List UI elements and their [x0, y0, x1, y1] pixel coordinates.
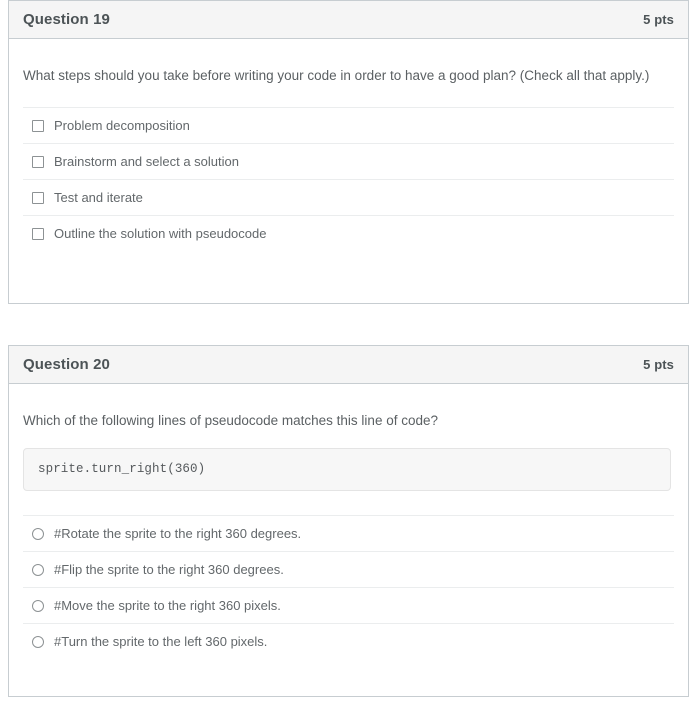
question-prompt-20: Which of the following lines of pseudoco… — [23, 413, 438, 428]
checkbox-icon[interactable] — [32, 191, 44, 204]
answer-option-row[interactable]: Test and iterate — [23, 179, 674, 215]
question-title-20: Question 20 — [23, 356, 110, 373]
radio-icon[interactable] — [32, 563, 44, 576]
question-card-19: Question 19 5 pts What steps should you … — [8, 0, 689, 304]
question-title-19: Question 19 — [23, 11, 110, 28]
question-body-20: Which of the following lines of pseudoco… — [9, 384, 688, 663]
question-points-20: 5 pts — [643, 357, 674, 372]
answer-option-label: #Move the sprite to the right 360 pixels… — [54, 597, 281, 613]
answer-list-20: #Rotate the sprite to the right 360 degr… — [23, 515, 674, 663]
question-body-19: What steps should you take before writin… — [9, 39, 688, 255]
radio-icon[interactable] — [32, 635, 44, 648]
radio-icon[interactable] — [32, 527, 44, 540]
code-snippet-block: sprite.turn_right(360) — [23, 448, 671, 491]
answer-option-row[interactable]: Brainstorm and select a solution — [23, 143, 674, 179]
question-prompt-19: What steps should you take before writin… — [23, 68, 650, 83]
answer-option-label: Problem decomposition — [54, 117, 190, 133]
checkbox-icon[interactable] — [32, 227, 44, 240]
answer-option-label: #Rotate the sprite to the right 360 degr… — [54, 525, 302, 541]
radio-icon[interactable] — [32, 599, 44, 612]
question-points-19: 5 pts — [643, 12, 674, 27]
answer-option-row[interactable]: Outline the solution with pseudocode — [23, 215, 674, 251]
answer-list-19: Problem decomposition Brainstorm and sel… — [23, 107, 674, 255]
answer-option-row[interactable]: #Move the sprite to the right 360 pixels… — [23, 587, 674, 623]
answer-option-row[interactable]: #Rotate the sprite to the right 360 degr… — [23, 515, 674, 551]
question-header-20: Question 20 5 pts — [9, 346, 688, 384]
answer-option-label: Brainstorm and select a solution — [54, 153, 239, 169]
answer-option-label: #Turn the sprite to the left 360 pixels. — [54, 633, 268, 649]
question-card-20: Question 20 5 pts Which of the following… — [8, 345, 689, 697]
answer-option-row[interactable]: #Flip the sprite to the right 360 degree… — [23, 551, 674, 587]
checkbox-icon[interactable] — [32, 155, 44, 168]
answer-option-row[interactable]: Problem decomposition — [23, 107, 674, 143]
answer-option-label: #Flip the sprite to the right 360 degree… — [54, 561, 284, 577]
checkbox-icon[interactable] — [32, 119, 44, 132]
answer-option-row[interactable]: #Turn the sprite to the left 360 pixels. — [23, 623, 674, 659]
quiz-page: Question 19 5 pts What steps should you … — [0, 0, 697, 702]
question-header-19: Question 19 5 pts — [9, 1, 688, 39]
answer-option-label: Test and iterate — [54, 189, 143, 205]
answer-option-label: Outline the solution with pseudocode — [54, 225, 267, 241]
